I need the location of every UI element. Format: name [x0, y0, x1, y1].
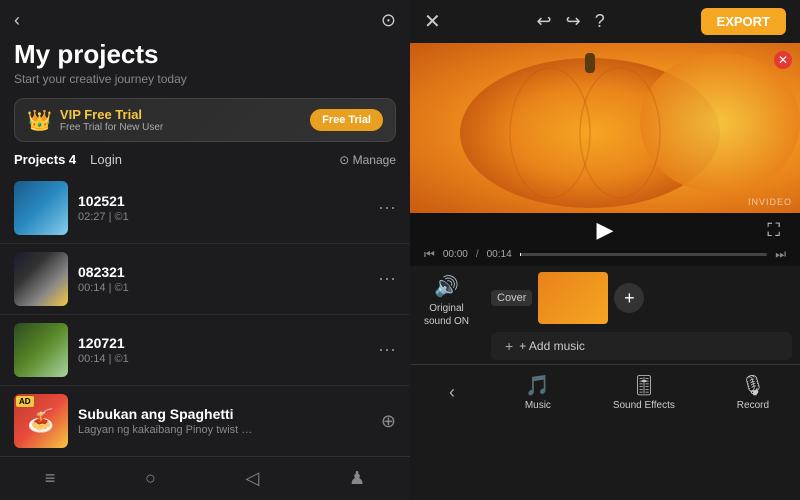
sound-panel: 🔊 Originalsound ON: [410, 266, 483, 336]
sound-icon: 🔊: [434, 274, 459, 299]
bottom-navigation: ≡ ○ ◁ ♟: [0, 456, 410, 500]
project-info: 102521 02:27 | ©1: [78, 193, 368, 223]
cover-label: Cover: [491, 290, 532, 306]
project-name: 120721: [78, 335, 368, 351]
list-item[interactable]: 120721 00:14 | ©1 ⋯: [0, 315, 410, 386]
close-button[interactable]: ✕: [424, 9, 441, 34]
list-item[interactable]: 082321 00:14 | ©1 ⋯: [0, 244, 410, 315]
login-button[interactable]: Login: [90, 152, 122, 167]
list-item[interactable]: AD 🍝 Subukan ang Spaghetti Lagyan ng kak…: [0, 386, 410, 457]
sound-effects-icon: 🎚: [631, 373, 656, 398]
fullscreen-button[interactable]: ⛶: [767, 220, 780, 241]
clip-thumbnail[interactable]: [538, 272, 608, 324]
project-meta: 00:14 | ©1: [78, 282, 368, 294]
music-icon: 🎵: [525, 373, 550, 398]
ad-badge: AD: [16, 396, 34, 407]
list-item[interactable]: 102521 02:27 | ©1 ⋯: [0, 173, 410, 244]
vip-banner-left: 👑 VIP Free Trial Free Trial for New User: [27, 107, 163, 133]
help-icon[interactable]: ?: [595, 11, 605, 32]
toolbar-item-sound-effects[interactable]: 🎚 Sound Effects: [613, 373, 675, 411]
record-label: Record: [737, 400, 769, 411]
video-preview: ✕ INVIDEO: [410, 43, 800, 213]
total-time: 00:14: [487, 249, 512, 260]
projects-nav: Projects 4 Login ⊙ Manage: [0, 150, 410, 173]
projects-title-area: My projects Start your creative journey …: [0, 35, 410, 92]
vip-banner[interactable]: 👑 VIP Free Trial Free Trial for New User…: [14, 98, 396, 142]
project-name: 082321: [78, 264, 368, 280]
add-clip-button[interactable]: +: [614, 283, 644, 313]
collapse-button[interactable]: ‹: [441, 382, 463, 403]
remove-watermark-button[interactable]: ✕: [774, 51, 792, 69]
nav-profile-icon[interactable]: ♟: [349, 468, 365, 489]
project-info: 120721 00:14 | ©1: [78, 335, 368, 365]
toolbar-item-record[interactable]: 🎙 Record: [737, 373, 769, 411]
header-icons: ↩ ↪ ?: [537, 11, 605, 32]
export-button[interactable]: EXPORT: [701, 8, 786, 35]
project-name: Subukan ang Spaghetti: [78, 406, 371, 422]
free-trial-button[interactable]: Free Trial: [310, 109, 383, 131]
left-panel: ‹ ⊙ My projects Start your creative jour…: [0, 0, 410, 500]
right-header: ✕ ↩ ↪ ? EXPORT: [410, 0, 800, 43]
toolbar-item-music[interactable]: 🎵 Music: [525, 373, 551, 411]
music-label: Music: [525, 400, 551, 411]
skip-back-icon[interactable]: ⏮: [424, 247, 435, 262]
settings-icon[interactable]: ⊙: [381, 10, 396, 31]
nav-back-icon[interactable]: ◁: [246, 468, 260, 489]
project-meta: 02:27 | ©1: [78, 211, 368, 223]
vip-subtitle: Free Trial for New User: [60, 122, 163, 133]
redo-icon[interactable]: ↪: [566, 11, 581, 32]
project-more-icon[interactable]: ⋯: [378, 269, 396, 290]
project-list: 102521 02:27 | ©1 ⋯ 082321 00:14 | ©1 ⋯ …: [0, 173, 410, 500]
watermark-text: INVIDEO: [748, 197, 792, 207]
manage-button[interactable]: ⊙ Manage: [339, 153, 396, 167]
sound-effects-label: Sound Effects: [613, 400, 675, 411]
play-button[interactable]: ▶: [597, 217, 614, 243]
record-icon: 🎙: [740, 373, 765, 398]
left-header: ‹ ⊙: [0, 0, 410, 35]
nav-home-icon[interactable]: ○: [145, 468, 156, 489]
add-music-button[interactable]: + + Add music: [491, 332, 792, 360]
project-thumbnail: [14, 323, 68, 377]
projects-count: Projects 4: [14, 152, 76, 167]
video-frame: [410, 43, 800, 213]
project-more-icon[interactable]: ⋯: [378, 198, 396, 219]
page-title: My projects: [14, 39, 396, 70]
timeline-bar: ⏮ 00:00 / 00:14 ⏭: [410, 245, 800, 266]
nav-menu-icon[interactable]: ≡: [45, 468, 56, 489]
pumpkin-svg: [410, 43, 800, 213]
vip-title: VIP Free Trial: [60, 107, 163, 122]
time-separator: /: [476, 249, 479, 260]
clips-section: Cover + + + Add music: [483, 266, 800, 364]
back-button[interactable]: ‹: [14, 10, 20, 31]
right-panel: ✕ ↩ ↪ ? EXPORT: [410, 0, 800, 500]
editor-area: 🔊 Originalsound ON Cover + + + Add music: [410, 266, 800, 500]
add-music-icon: +: [505, 338, 513, 354]
project-thumbnail: [14, 181, 68, 235]
page-subtitle: Start your creative journey today: [14, 72, 396, 86]
add-music-label: + Add music: [519, 339, 585, 353]
vip-text: VIP Free Trial Free Trial for New User: [60, 107, 163, 133]
project-meta: Lagyan ng kakaibang Pinoy twist and p...: [78, 424, 258, 436]
crown-icon: 👑: [27, 108, 52, 133]
undo-icon[interactable]: ↩: [537, 11, 552, 32]
timeline-progress: [520, 253, 521, 256]
project-thumbnail: AD 🍝: [14, 394, 68, 448]
project-name: 102521: [78, 193, 368, 209]
project-ad-icon[interactable]: ⊕: [381, 411, 396, 432]
project-info: Subukan ang Spaghetti Lagyan ng kakaiban…: [78, 406, 371, 436]
clip-editor-row: 🔊 Originalsound ON Cover + + + Add music: [410, 266, 800, 364]
project-info: 082321 00:14 | ©1: [78, 264, 368, 294]
sound-label: Originalsound ON: [424, 302, 469, 328]
clip-row: Cover +: [483, 266, 800, 328]
timeline-track[interactable]: [520, 253, 768, 256]
skip-fwd-icon[interactable]: ⏭: [775, 247, 786, 262]
bottom-toolbar: ‹ 🎵 Music 🎚 Sound Effects 🎙 Record: [410, 364, 800, 419]
project-meta: 00:14 | ©1: [78, 353, 368, 365]
project-thumbnail: [14, 252, 68, 306]
project-more-icon[interactable]: ⋯: [378, 340, 396, 361]
current-time: 00:00: [443, 249, 468, 260]
play-area: ▶ ⛶: [410, 213, 800, 245]
